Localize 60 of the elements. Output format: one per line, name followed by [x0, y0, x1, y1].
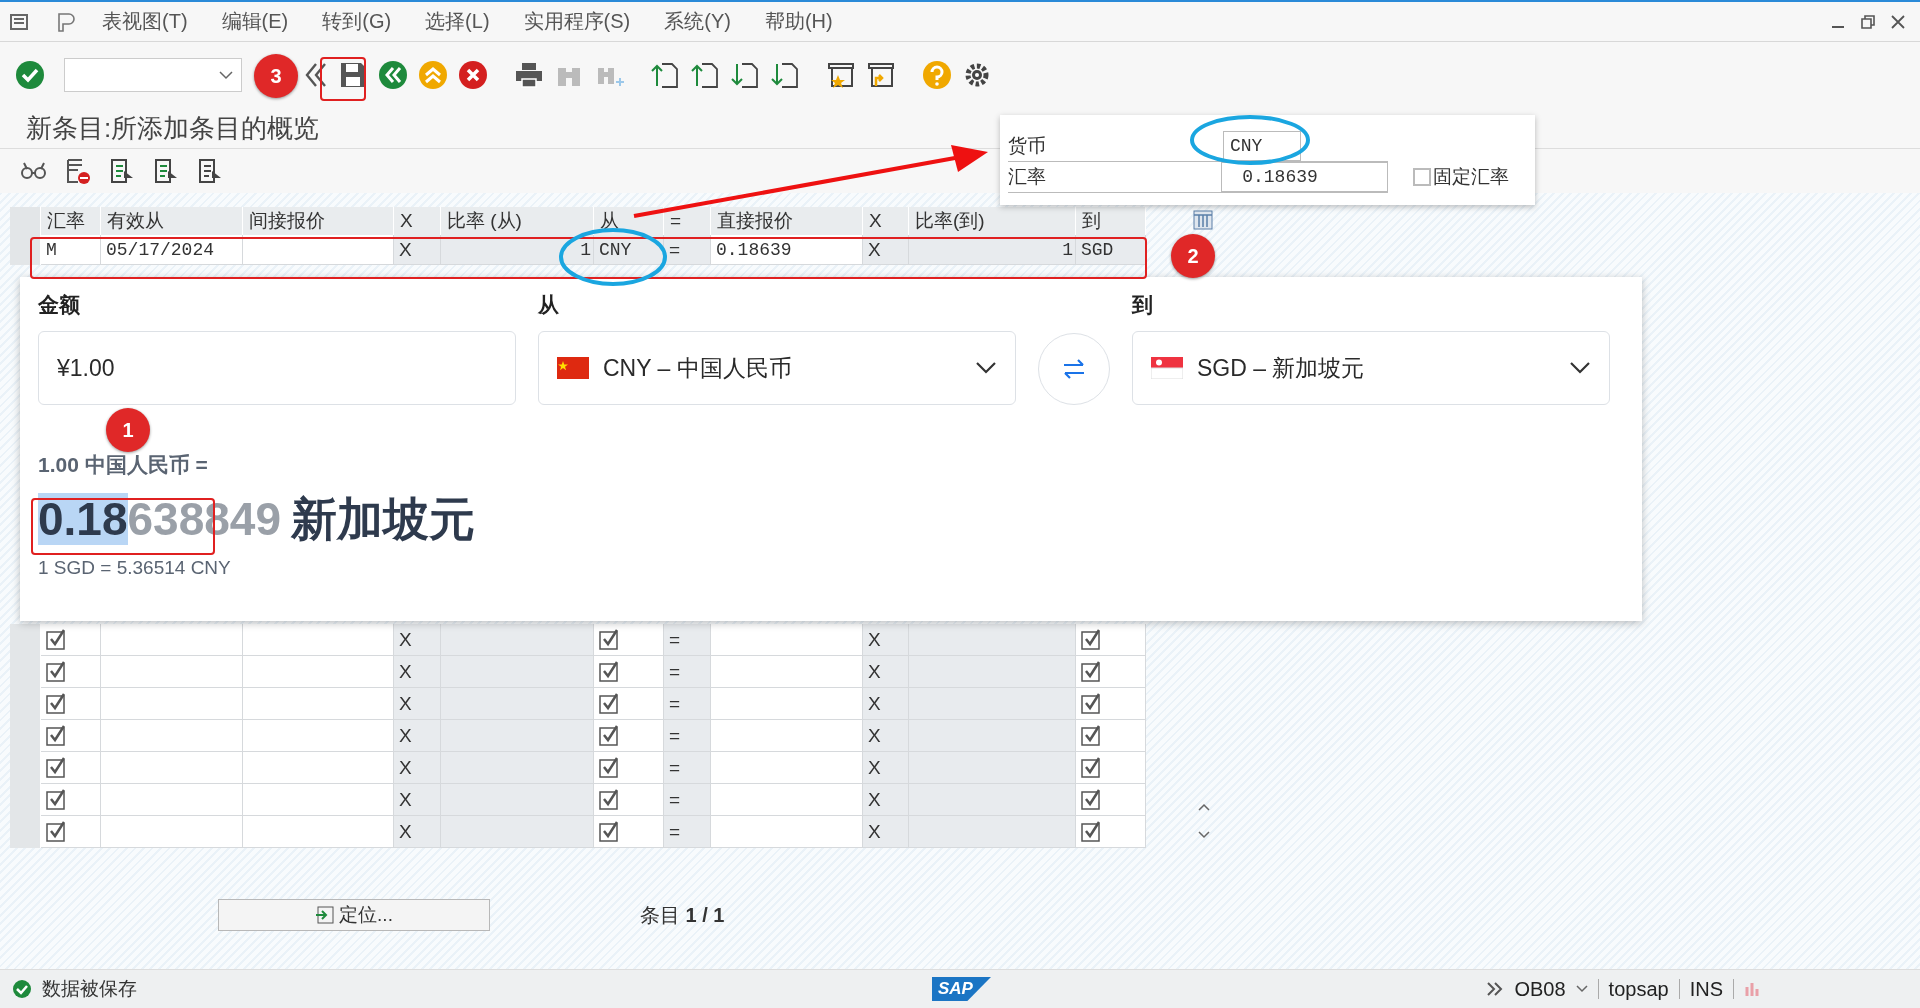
table-cell: X: [863, 688, 909, 720]
table-cell: =: [664, 624, 711, 656]
table-cell[interactable]: SGD: [1076, 235, 1146, 265]
menu-item[interactable]: 系统(Y): [664, 8, 731, 35]
table-cell[interactable]: 1: [441, 235, 594, 265]
field-label: 汇率: [1008, 165, 1047, 189]
table-cell[interactable]: 0.18639: [711, 235, 863, 265]
locate-button[interactable]: 定位...: [218, 899, 490, 931]
inverse-rate: 1 SGD = 5.36514 CNY: [38, 557, 232, 579]
table-cell: =: [664, 688, 711, 720]
rate-field[interactable]: 0.18639: [1221, 162, 1388, 192]
table-cell: X: [863, 720, 909, 752]
table-cell: =: [664, 784, 711, 816]
menu-item[interactable]: 选择(L): [425, 8, 490, 35]
input-mode: INS: [1689, 977, 1723, 1001]
table-cell: X: [863, 784, 909, 816]
menu-item[interactable]: 编辑(E): [221, 8, 289, 35]
conversion-summary: 1.00 中国人民币 =: [38, 452, 209, 478]
field-label: 到: [1132, 292, 1154, 317]
table-cell: X: [863, 235, 909, 265]
result-unit: 新加坡元: [291, 493, 476, 545]
table-cell: =: [664, 235, 711, 265]
field-label: 从: [538, 292, 560, 317]
result-value: 0.18: [38, 493, 128, 545]
menu-item[interactable]: 转到(G): [322, 8, 392, 35]
table-cell: X: [394, 720, 441, 752]
table-cell: X: [394, 235, 441, 265]
menu-item[interactable]: 帮助(H): [764, 8, 833, 35]
menu-item[interactable]: 实用程序(S): [523, 8, 631, 35]
table-cell: X: [394, 656, 441, 688]
entry-count: 条目 1 / 1: [640, 902, 725, 928]
table-cell[interactable]: 1: [909, 235, 1076, 265]
table-cell: X: [394, 624, 441, 656]
transaction-code[interactable]: OB08: [1514, 977, 1566, 1001]
status-message: 数据被保存: [42, 977, 137, 1001]
table-cell: X: [394, 688, 441, 720]
table-cell[interactable]: M: [41, 235, 101, 265]
sap-logo: SAP: [932, 977, 991, 1001]
currency-dropdown[interactable]: CNY – 中国人民币: [538, 331, 1016, 405]
currency-name: SGD – 新加坡元: [1197, 353, 1366, 383]
currency-name: CNY – 中国人民币: [603, 353, 793, 383]
system-name: topsap: [1608, 977, 1669, 1001]
menu-item[interactable]: 表视图(T): [102, 8, 188, 35]
table-cell[interactable]: 05/17/2024: [101, 235, 243, 265]
table-cell: =: [664, 816, 711, 848]
table-cell: X: [863, 816, 909, 848]
table-cell: X: [863, 624, 909, 656]
table-cell: =: [664, 752, 711, 784]
table-cell: X: [863, 656, 909, 688]
currency-field[interactable]: CNY: [1223, 131, 1301, 161]
table-cell: X: [863, 752, 909, 784]
currency-dropdown[interactable]: SGD – 新加坡元: [1132, 331, 1610, 405]
table-cell: =: [664, 656, 711, 688]
table-cell: X: [394, 816, 441, 848]
amount-field[interactable]: ¥1.00: [38, 331, 516, 405]
field-label: 金额: [38, 292, 81, 317]
table-cell: X: [394, 784, 441, 816]
table-cell: X: [394, 752, 441, 784]
checkbox-label: 固定汇率: [1433, 165, 1509, 189]
table-cell: =: [664, 720, 711, 752]
